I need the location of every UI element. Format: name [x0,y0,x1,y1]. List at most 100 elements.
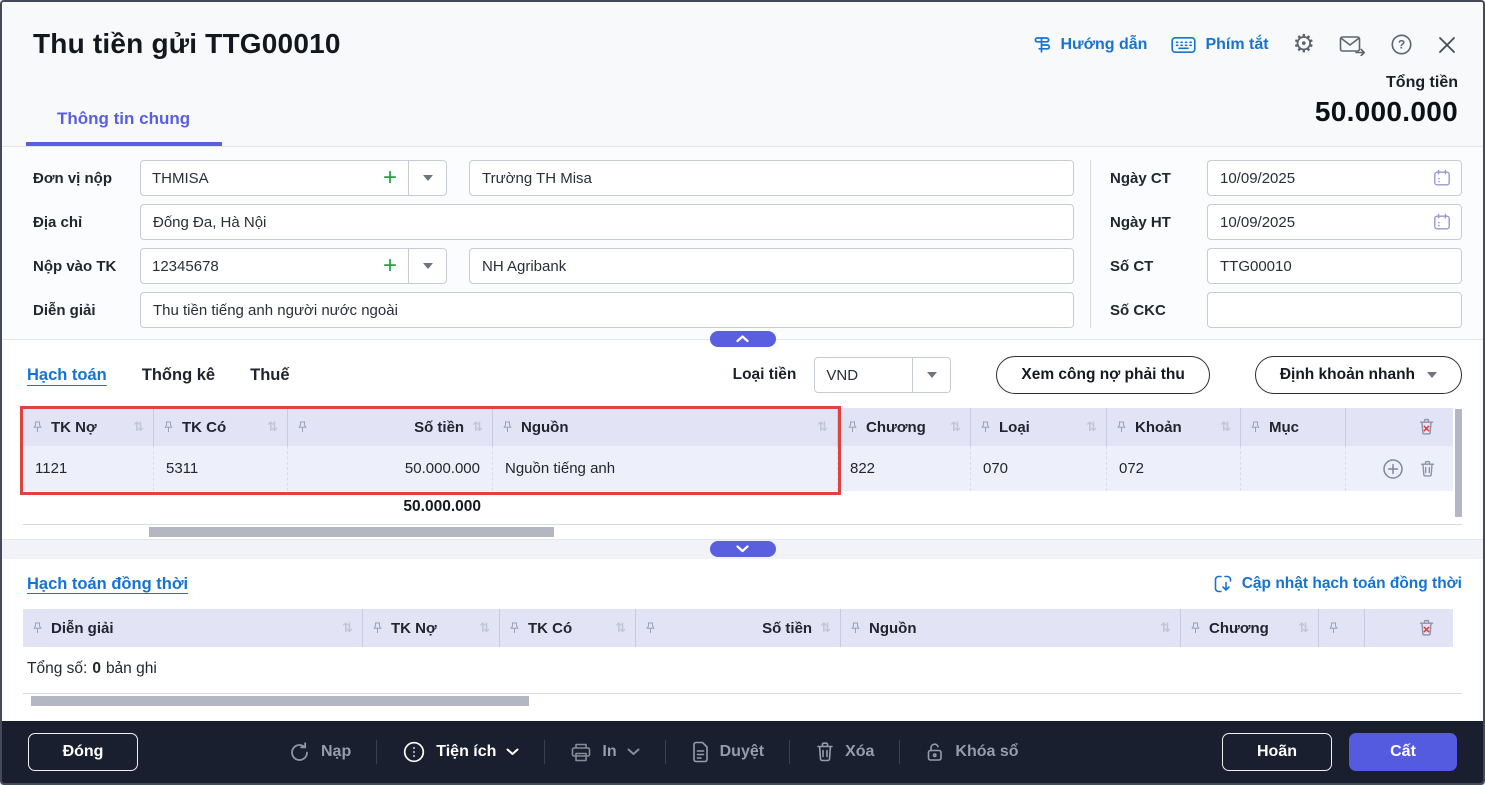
pin-icon[interactable] [1250,421,1261,433]
feedback-button[interactable] [1339,34,1366,56]
sort-icon[interactable]: ⇅ [1220,419,1231,435]
pin-icon[interactable] [32,421,43,433]
sort-icon[interactable]: ⇅ [615,620,626,636]
tab-thong-ke[interactable]: Thống kê [142,366,215,385]
close-window-button[interactable]: Đóng [28,733,138,771]
account-number[interactable]: 12345678 [141,258,372,275]
sort-icon[interactable]: ⇅ [1298,620,1309,636]
pin-icon[interactable] [509,622,520,634]
account-dropdown-button[interactable] [409,263,446,269]
column-header-so-tien[interactable]: Số tiền⇅ [288,408,493,446]
pin-icon[interactable] [372,622,383,634]
expand-section-button[interactable] [710,541,776,557]
utilities-button[interactable]: Tiện ích [402,740,519,764]
sort-icon[interactable]: ⇅ [472,419,483,435]
help-button[interactable]: ? [1390,33,1413,56]
sort-icon[interactable]: ⇅ [950,419,961,435]
ckc-no-field[interactable] [1207,292,1462,328]
sort-icon[interactable]: ⇅ [133,419,144,435]
pin-icon[interactable] [1116,421,1127,433]
pin-icon[interactable] [850,622,861,634]
simultaneous-title-link[interactable]: Hạch toán đồng thời [27,575,188,594]
column-header-chuong[interactable]: Chương⇅ [1181,609,1319,647]
reload-button[interactable]: Nạp [288,741,351,764]
column-header-dien-giai[interactable]: Diễn giải⇅ [23,609,363,647]
cell-nguon[interactable]: Nguồn tiếng anh [493,446,838,491]
horizontal-scrollbar[interactable] [23,524,1462,539]
pin-icon[interactable] [163,421,174,433]
column-header-so-tien[interactable]: Số tiền⇅ [636,609,841,647]
column-header-tk-co[interactable]: TK Có⇅ [500,609,636,647]
column-header-muc[interactable]: Mục [1241,408,1346,446]
column-header-chuong[interactable]: Chương⇅ [838,408,971,446]
column-header-tk-co[interactable]: TK Có⇅ [154,408,288,446]
posted-date-field[interactable]: 10/09/2025 [1207,204,1462,240]
pin-icon[interactable] [502,421,513,433]
sort-icon[interactable]: ⇅ [1160,620,1171,636]
horizontal-scrollbar[interactable] [23,693,1462,708]
add-account-icon[interactable]: + [372,254,408,278]
cell-khoan[interactable]: 072 [1107,446,1241,491]
vertical-scrollbar[interactable] [1454,408,1463,520]
guide-link[interactable]: Hướng dẫn [1031,35,1148,55]
tab-hach-toan[interactable]: Hạch toán [27,366,107,385]
payer-dropdown-button[interactable] [409,175,446,181]
delete-all-icon[interactable] [1417,417,1436,437]
posting-row[interactable]: 1121 5311 50.000.000 Nguồn tiếng anh 822… [23,446,1453,491]
cell-so-tien[interactable]: 50.000.000 [288,446,493,491]
add-row-icon[interactable] [1382,458,1404,480]
quick-posting-button[interactable]: Định khoản nhanh [1255,356,1462,394]
lock-button[interactable]: Khóa sổ [925,741,1018,763]
add-payer-icon[interactable]: + [372,166,408,190]
account-combo[interactable]: 12345678 + [140,248,447,284]
payer-name-field[interactable]: Trường TH Misa [469,160,1074,196]
calendar-icon[interactable] [1433,213,1451,231]
sort-icon[interactable]: ⇅ [817,419,828,435]
cell-tk-no[interactable]: 1121 [23,446,154,491]
doc-no-field[interactable]: TTG00010 [1207,248,1462,284]
currency-select[interactable]: VND [814,357,951,393]
currency-dropdown-button[interactable] [913,372,950,378]
postpone-button[interactable]: Hoãn [1222,733,1332,771]
bank-name-field[interactable]: NH Agribank [469,248,1074,284]
sort-icon[interactable]: ⇅ [1086,419,1097,435]
pin-icon[interactable] [645,622,656,634]
update-simultaneous-link[interactable]: Cập nhật hạch toán đồng thời [1213,574,1462,594]
approve-button[interactable]: Duyệt [691,741,764,763]
close-button[interactable] [1437,35,1457,55]
payer-code[interactable]: THMISA [141,170,372,187]
delete-button[interactable]: Xóa [815,741,874,763]
pin-icon[interactable] [980,421,991,433]
column-header-nguon[interactable]: Nguồn⇅ [841,609,1181,647]
save-button[interactable]: Cất [1349,733,1457,771]
pin-icon[interactable] [297,421,308,433]
collapse-form-button[interactable] [710,331,776,347]
column-header-loai[interactable]: Loại⇅ [971,408,1107,446]
doc-date-field[interactable]: 10/09/2025 [1207,160,1462,196]
address-field[interactable]: Đống Đa, Hà Nội [140,204,1074,240]
sort-icon[interactable]: ⇅ [342,620,353,636]
tab-thue[interactable]: Thuế [250,366,289,385]
pin-icon[interactable] [1328,622,1339,634]
payer-combo[interactable]: THMISA + [140,160,447,196]
settings-button[interactable]: ⚙ [1293,32,1315,57]
pin-icon[interactable] [1190,622,1201,634]
sort-icon[interactable]: ⇅ [267,419,278,435]
cell-chuong[interactable]: 822 [838,446,971,491]
cell-loai[interactable]: 070 [971,446,1107,491]
column-header-tk-no[interactable]: TK Nợ⇅ [363,609,500,647]
column-header-nguon[interactable]: Nguồn⇅ [493,408,838,446]
print-button[interactable]: In [570,742,639,763]
shortcuts-link[interactable]: Phím tắt [1171,36,1268,54]
view-receivable-button[interactable]: Xem công nợ phải thu [996,356,1209,394]
sort-icon[interactable]: ⇅ [820,620,831,636]
description-field[interactable]: Thu tiền tiếng anh người nước ngoài [140,292,1074,328]
delete-all-icon[interactable] [1417,618,1436,638]
sort-icon[interactable]: ⇅ [479,620,490,636]
cell-muc[interactable] [1241,446,1346,491]
tab-general-info[interactable]: Thông tin chung [26,109,222,146]
column-header-khoan[interactable]: Khoản⇅ [1107,408,1241,446]
pin-icon[interactable] [32,622,43,634]
column-header-tk-no[interactable]: TK Nợ⇅ [23,408,154,446]
calendar-icon[interactable] [1433,169,1451,187]
